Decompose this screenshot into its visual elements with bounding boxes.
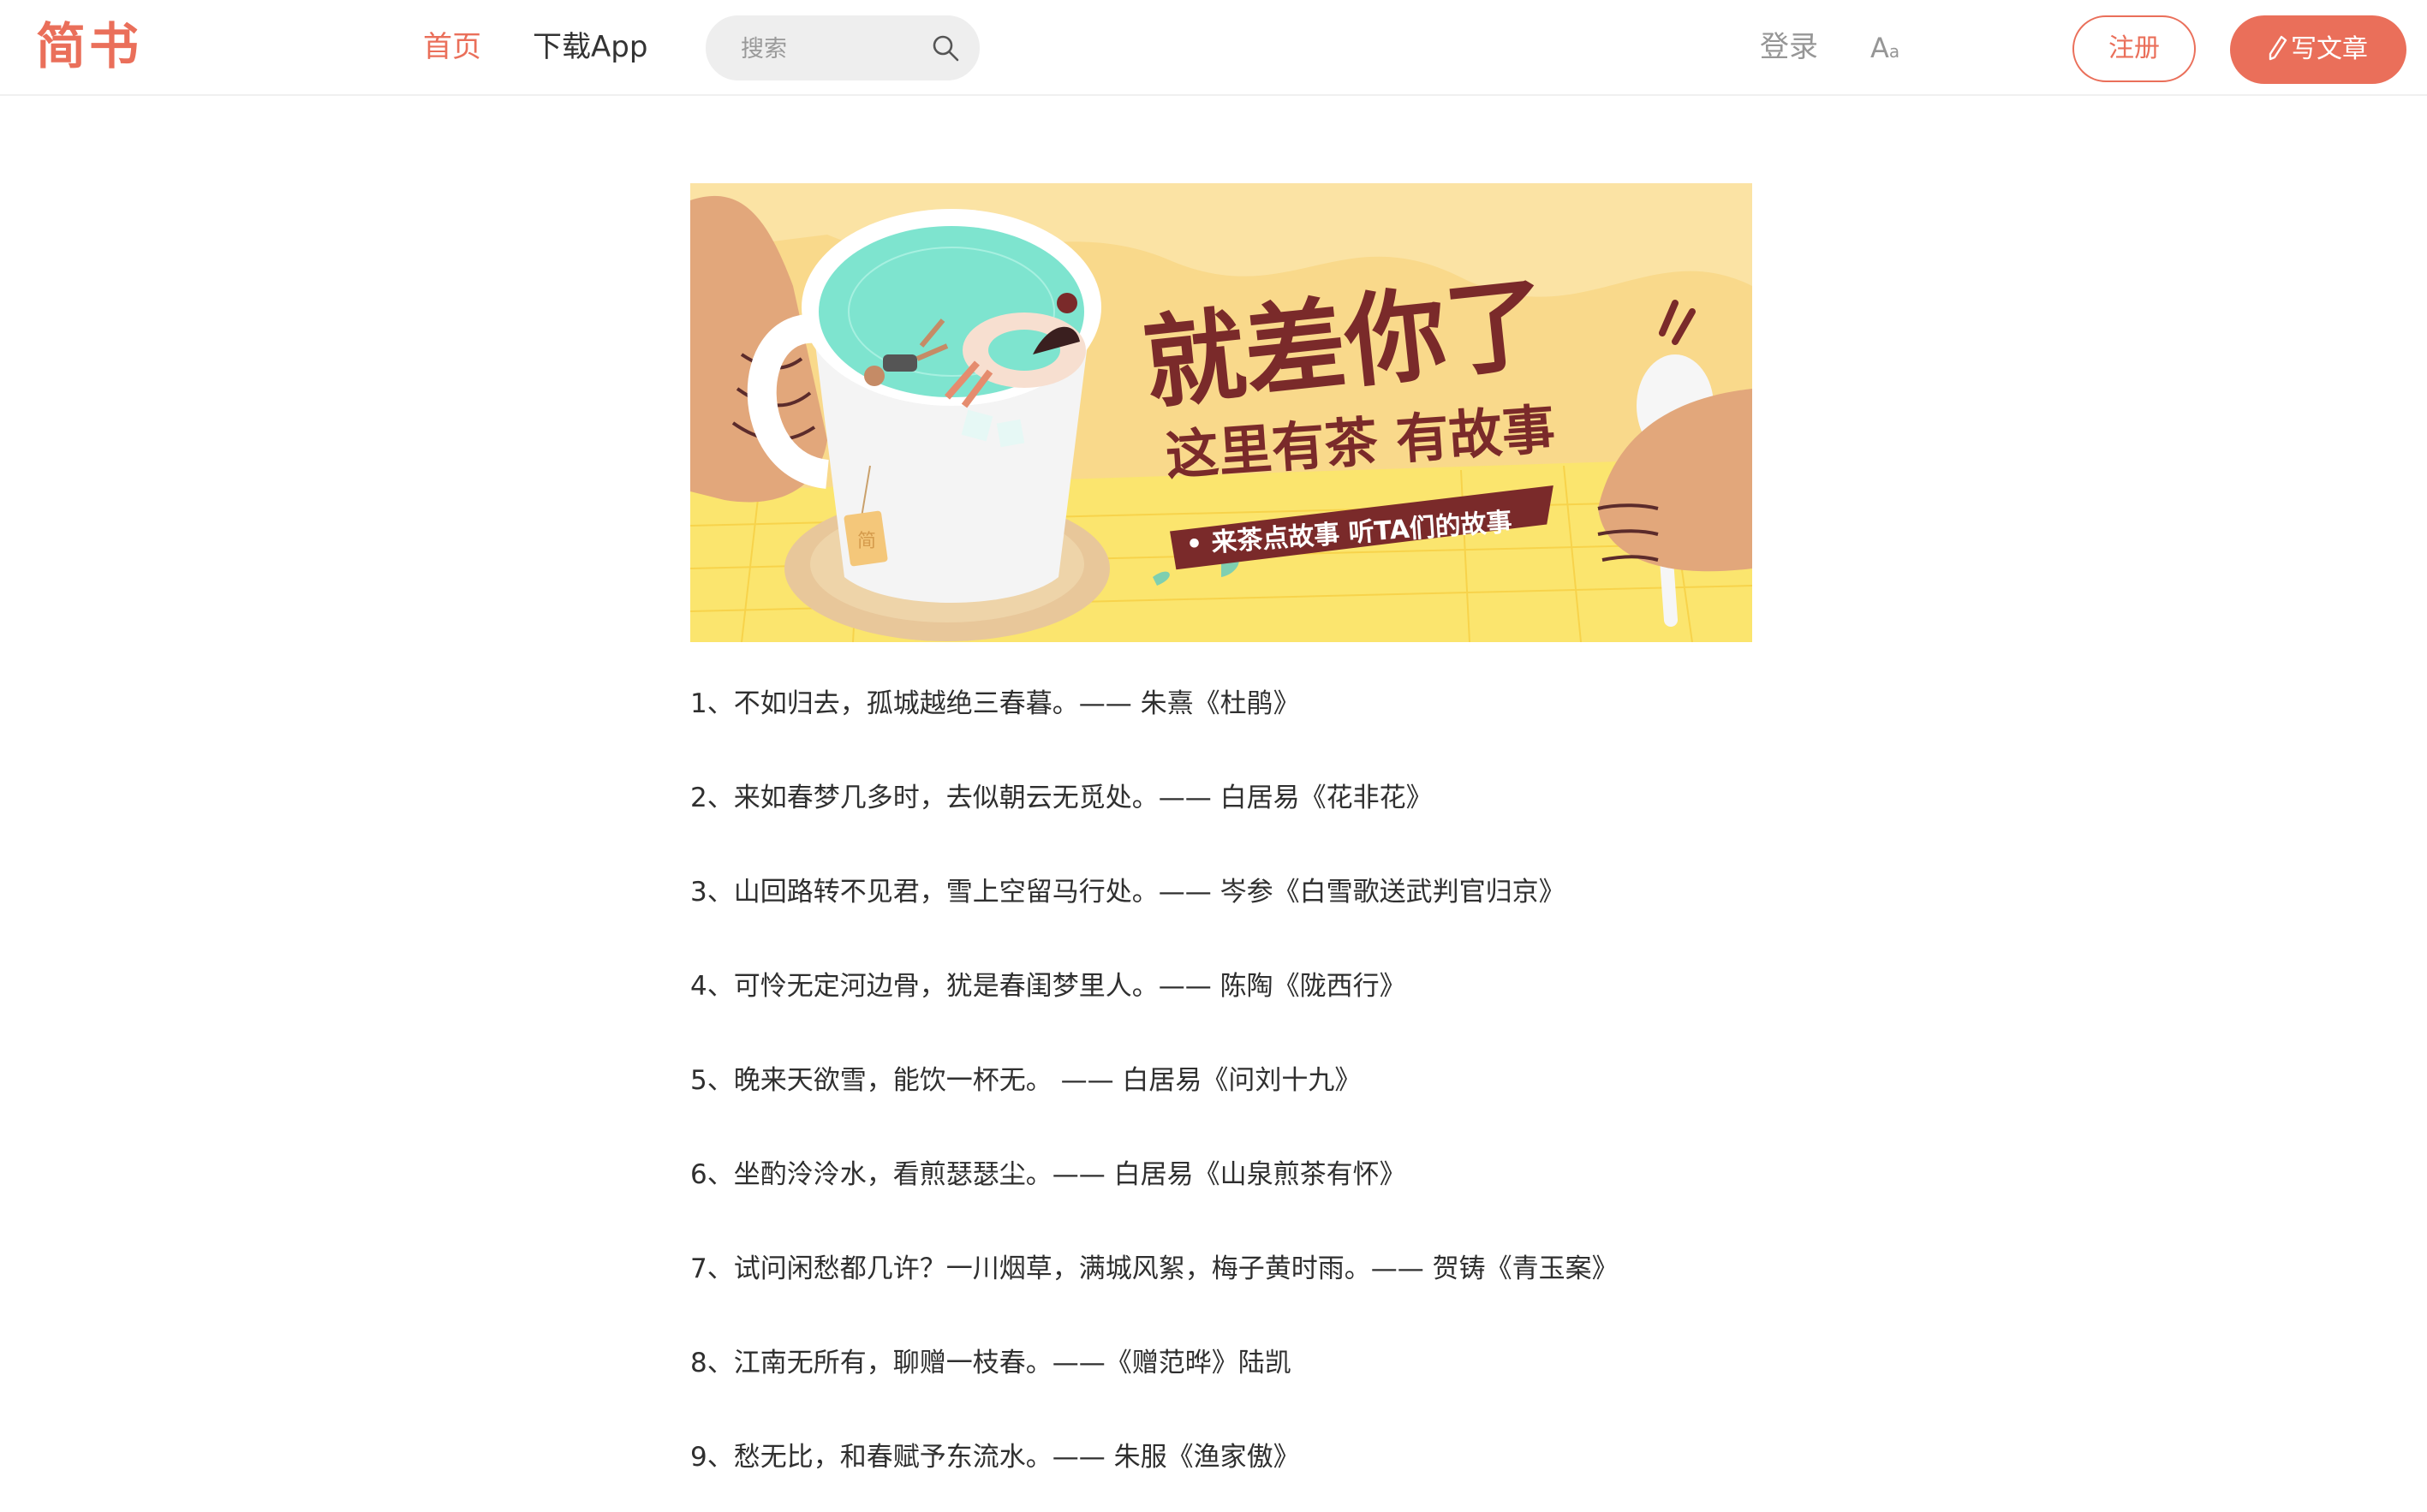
nav-download-app-link[interactable]: 下载App xyxy=(533,26,647,68)
poem-line: 8、江南无所有，聊赠一枝春。——《赠范晔》陆凯 xyxy=(690,1348,1291,1378)
banner-illustration: 简 就差你了 这里有茶 有故事 • 来茶点故事 听TA们的故事 xyxy=(690,183,1752,642)
nav-home-link[interactable]: 首页 xyxy=(423,26,481,68)
poem-line: 1、不如归去，孤城越绝三春暮。—— 朱熹《杜鹃》 xyxy=(690,688,1300,719)
font-size-toggle[interactable]: Aa xyxy=(1870,29,1899,70)
register-button[interactable]: 注册 xyxy=(2072,15,2196,82)
tea-tag-glyph: 简 xyxy=(857,531,876,552)
top-navbar: 简书 首页 下载App 登录 Aa 注册 写文章 xyxy=(0,0,2427,96)
font-toggle-large-letter: A xyxy=(1870,32,1889,64)
poem-line: 5、晚来天欲雪，能饮一杯无。 —— 白居易《问刘十九》 xyxy=(690,1065,1362,1096)
search-icon[interactable] xyxy=(931,33,960,63)
pen-icon xyxy=(2269,35,2287,60)
search-box xyxy=(706,15,980,80)
write-article-button[interactable]: 写文章 xyxy=(2230,15,2406,84)
poem-line: 3、山回路转不见君，雪上空留马行处。—— 岑参《白雪歌送武判官归京》 xyxy=(690,877,1565,908)
login-link[interactable]: 登录 xyxy=(1760,26,1818,68)
poem-line: 7、试问闲愁都几许？一川烟草，满城风絮，梅子黄时雨。—— 贺铸《青玉案》 xyxy=(690,1253,1619,1284)
poem-line: 9、愁无比，和春赋予东流水。—— 朱服《渔家傲》 xyxy=(690,1442,1300,1473)
site-logo[interactable]: 简书 xyxy=(36,15,142,77)
promo-banner[interactable]: 简 就差你了 这里有茶 有故事 • 来茶点故事 听TA们的故事 xyxy=(690,183,1752,642)
poem-line: 6、坐酌泠泠水，看煎瑟瑟尘。—— 白居易《山泉煎茶有怀》 xyxy=(690,1159,1406,1190)
poem-line: 4、可怜无定河边骨，犹是春闺梦里人。—— 陈陶《陇西行》 xyxy=(690,971,1406,1002)
search-input[interactable] xyxy=(741,30,912,68)
poem-line: 2、来如春梦几多时，去似朝云无觅处。—— 白居易《花非花》 xyxy=(690,783,1433,813)
font-toggle-small-letter: a xyxy=(1888,41,1900,62)
write-article-label: 写文章 xyxy=(2291,34,2368,64)
page: 简书 首页 下载App 登录 Aa 注册 写文章 xyxy=(0,0,2427,1512)
